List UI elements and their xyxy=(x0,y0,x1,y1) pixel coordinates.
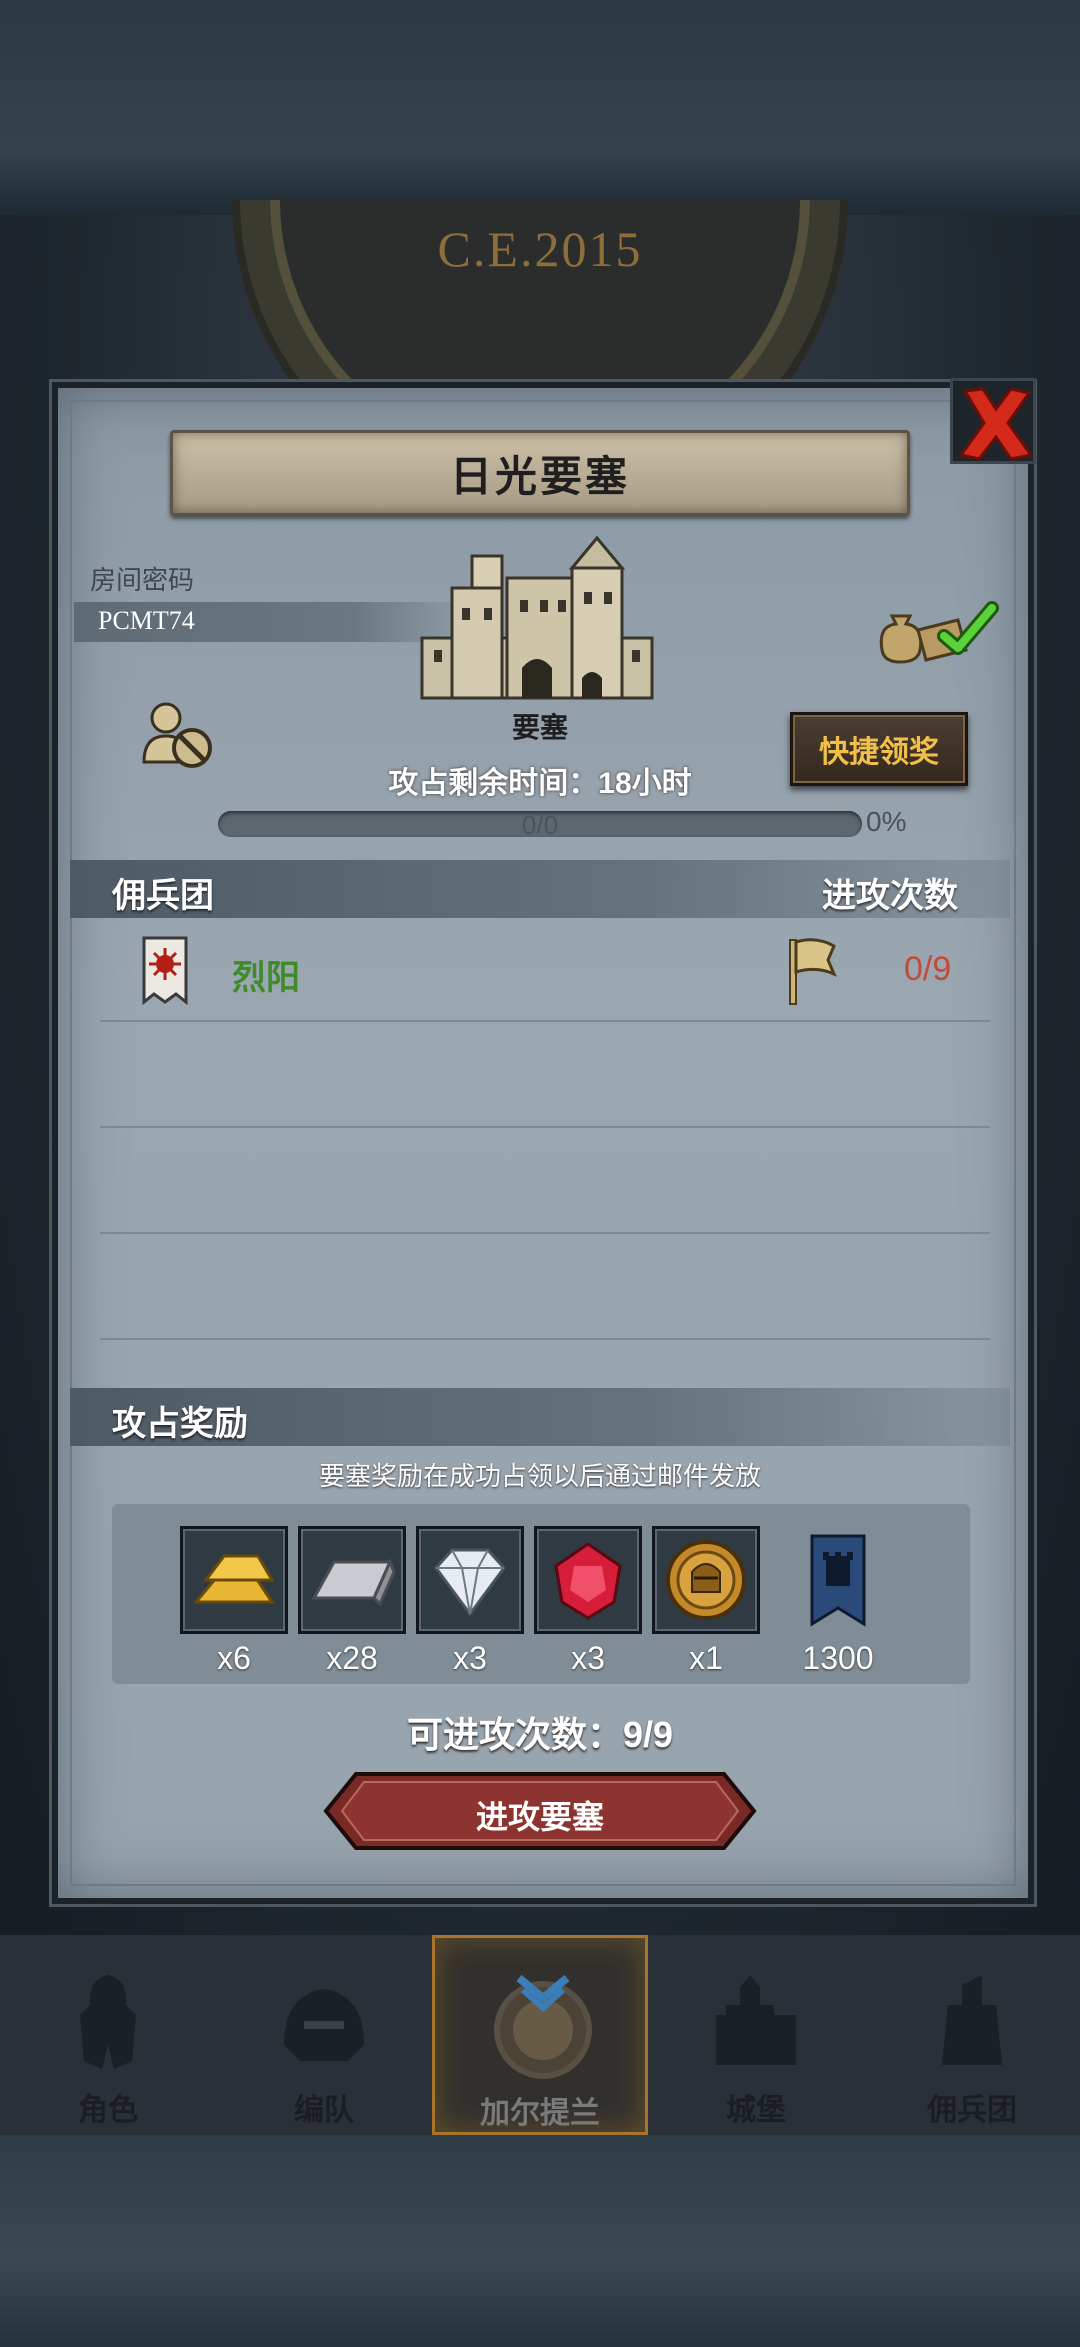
reward-item[interactable]: x3 xyxy=(534,1526,642,1677)
loot-bags-icon[interactable] xyxy=(874,590,1004,668)
mercenary-header: 佣兵团 xyxy=(112,877,214,915)
capture-progress-text: 0/0 xyxy=(521,810,559,840)
row-divider xyxy=(100,1126,990,1128)
attack-flag-icon xyxy=(789,938,837,1005)
mercenary-flag-icon xyxy=(142,936,188,1006)
top-backdrop xyxy=(0,0,1080,215)
nav-label: 佣兵团 xyxy=(927,2094,1017,2127)
mercenary-attack-count: 0/9 xyxy=(904,950,952,988)
nav-item-castle[interactable]: 城堡 xyxy=(648,1935,864,2135)
era-label: C.E.2015 xyxy=(437,221,643,277)
nav-label: 编队 xyxy=(294,2094,354,2127)
rewards-note: 要塞奖励在成功占领以后通过邮件发放 xyxy=(318,1461,761,1491)
bottom-navigation: 角色 编队 加尔提兰 城堡 佣兵团 xyxy=(0,1935,1080,2135)
quick-reward-label: 快捷领奖 xyxy=(819,736,939,769)
remaining-attempts: 可进攻次数：9/9 xyxy=(406,1714,674,1755)
mercenary-name[interactable]: 烈阳 xyxy=(232,950,300,999)
close-icon xyxy=(958,387,1034,461)
reward-item[interactable]: x28 xyxy=(298,1526,406,1677)
bottom-backdrop xyxy=(0,2130,1080,2347)
quick-reward-button[interactable]: 快捷领奖 xyxy=(790,712,968,786)
attack-count-header: 进攻次数 xyxy=(822,877,958,915)
row-divider xyxy=(100,1020,990,1022)
nav-item-character[interactable]: 角色 xyxy=(0,1935,216,2135)
row-divider xyxy=(100,1232,990,1234)
gold-bar-icon xyxy=(192,1554,275,1604)
fortress-icon xyxy=(420,535,654,700)
close-button[interactable] xyxy=(950,378,1036,464)
nav-label: 城堡 xyxy=(726,2094,786,2127)
helmet-squad-icon xyxy=(284,1989,364,2061)
silver-bar-icon xyxy=(311,1558,396,1607)
nav-item-squad[interactable]: 编队 xyxy=(216,1935,432,2135)
row-divider xyxy=(100,1338,990,1340)
nav-item-galtilan[interactable]: 加尔提兰 xyxy=(432,1935,648,2135)
knight-character-icon xyxy=(80,1975,136,2069)
dialog-title-banner: 日光要塞 xyxy=(170,430,910,516)
nav-label: 加尔提兰 xyxy=(480,2097,600,2130)
reward-count: 1300 xyxy=(802,1640,874,1676)
capture-time-remaining: 攻占剩余时间：18小时 xyxy=(388,767,692,800)
dialog-title: 日光要塞 xyxy=(449,452,630,500)
reward-item[interactable]: x1 xyxy=(652,1526,760,1677)
room-code-label: 房间密码 xyxy=(90,565,195,595)
knight-medal-icon xyxy=(666,1540,746,1620)
reward-count: x1 xyxy=(689,1640,723,1676)
rewards-header: 攻占奖励 xyxy=(112,1405,248,1443)
ruby-icon xyxy=(554,1542,622,1620)
castle-icon xyxy=(716,1975,796,2065)
reward-count: x28 xyxy=(326,1640,378,1676)
diamond-icon xyxy=(434,1548,506,1617)
world-emblem-icon xyxy=(494,1974,592,2079)
member-restricted-icon[interactable] xyxy=(140,700,216,772)
reward-count: x3 xyxy=(571,1640,605,1676)
attack-fortress-button[interactable]: 进攻要塞 xyxy=(322,1770,758,1852)
guild-banner-icon xyxy=(810,1534,866,1627)
room-code[interactable]: PCMT74 xyxy=(98,606,195,636)
nav-label: 角色 xyxy=(78,2094,138,2127)
reward-count: x6 xyxy=(217,1640,251,1676)
reward-item[interactable]: x6 xyxy=(180,1526,288,1677)
reward-item[interactable]: 1300 xyxy=(784,1526,892,1677)
reward-count: x3 xyxy=(453,1640,487,1676)
capture-progress-percent: 0% xyxy=(866,806,907,837)
fortress-name: 要塞 xyxy=(511,712,568,743)
attack-button-label: 进攻要塞 xyxy=(475,1799,604,1835)
reward-item[interactable]: x3 xyxy=(416,1526,524,1677)
nav-item-mercenary[interactable]: 佣兵团 xyxy=(864,1935,1080,2135)
mercenary-tower-icon xyxy=(942,1975,1008,2065)
